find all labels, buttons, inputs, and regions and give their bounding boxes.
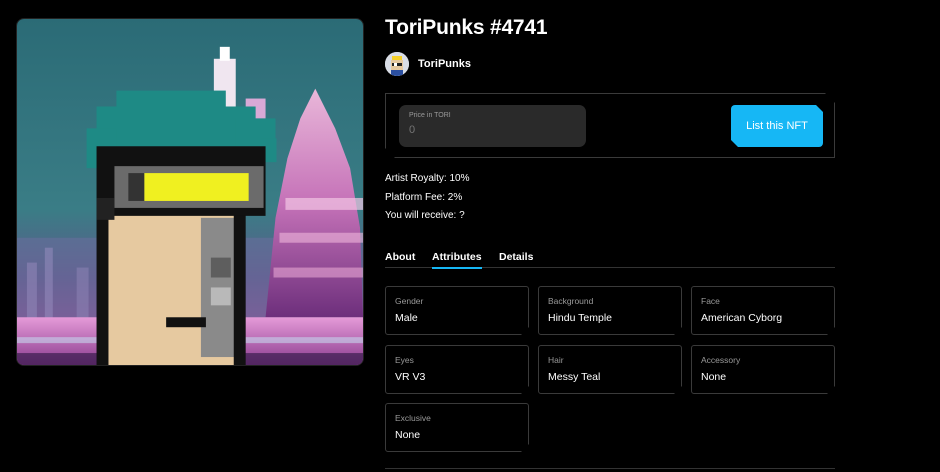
attribute-card: Exclusive None xyxy=(385,403,529,452)
punk-avatar-icon xyxy=(385,52,409,76)
attribute-card: Hair Messy Teal xyxy=(538,345,682,394)
platform-fee: Platform Fee: 2% xyxy=(385,191,463,203)
attribute-key: Gender xyxy=(395,296,424,306)
nft-title: ToriPunks #4741 xyxy=(385,16,548,39)
attribute-value: American Cyborg xyxy=(701,312,783,324)
attribute-value: Hindu Temple xyxy=(548,312,613,324)
attribute-value: None xyxy=(395,429,421,441)
attribute-key: Exclusive xyxy=(395,413,431,423)
price-field[interactable]: Price in TORI xyxy=(399,105,586,147)
section-divider xyxy=(385,468,835,469)
attribute-card: Face American Cyborg xyxy=(691,286,835,335)
attribute-key: Background xyxy=(548,296,594,306)
detail-tabs: About Attributes Details xyxy=(385,251,835,269)
attribute-key: Accessory xyxy=(701,355,741,365)
collection-name[interactable]: ToriPunks xyxy=(418,58,471,70)
attribute-key: Hair xyxy=(548,355,564,365)
attribute-value: VR V3 xyxy=(395,371,426,383)
attribute-card: Background Hindu Temple xyxy=(538,286,682,335)
list-nft-button[interactable]: List this NFT xyxy=(731,105,823,147)
fee-summary: Artist Royalty: 10% Platform Fee: 2% You… xyxy=(385,170,469,226)
nft-image xyxy=(16,18,364,366)
price-label: Price in TORI xyxy=(409,112,451,119)
listing-panel: Price in TORI List this NFT xyxy=(385,93,835,158)
price-input[interactable] xyxy=(409,124,569,136)
tab-about[interactable]: About xyxy=(385,251,415,267)
artist-royalty: Artist Royalty: 10% xyxy=(385,173,470,184)
attribute-value: Male xyxy=(395,312,418,324)
tab-details[interactable]: Details xyxy=(499,251,533,267)
attribute-key: Face xyxy=(701,296,720,306)
you-will-receive: You will receive: ? xyxy=(385,210,465,221)
tab-attributes[interactable]: Attributes xyxy=(432,251,482,269)
attribute-card: Accessory None xyxy=(691,345,835,394)
attribute-key: Eyes xyxy=(395,355,414,365)
collection-link[interactable]: ToriPunks xyxy=(385,52,471,76)
attribute-card: Gender Male xyxy=(385,286,529,335)
attribute-value: Messy Teal xyxy=(548,371,601,383)
attribute-card: Eyes VR V3 xyxy=(385,345,529,394)
attribute-value: None xyxy=(701,371,727,383)
